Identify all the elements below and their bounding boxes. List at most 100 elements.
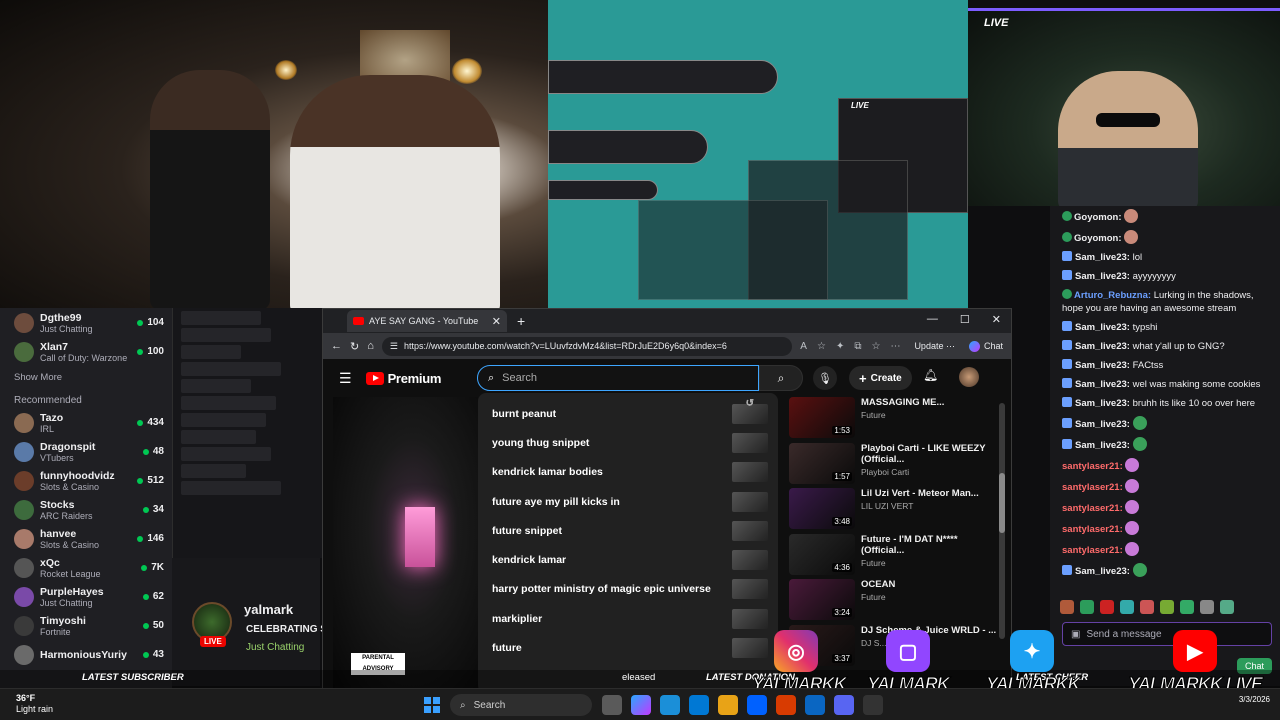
maximize-button[interactable]: ☐	[960, 313, 970, 326]
close-tab-icon[interactable]: ✕	[492, 315, 501, 328]
back-icon[interactable]: ←	[331, 340, 342, 352]
recommended-video[interactable]: 1:53 MASSAGING ME... Future	[789, 397, 999, 443]
chat-username[interactable]: santylaser21:	[1062, 461, 1123, 472]
task-view-icon[interactable]	[602, 695, 622, 715]
new-tab-button[interactable]: +	[517, 313, 525, 329]
update-button[interactable]: Update ⋯	[908, 339, 961, 354]
weather-widget[interactable]: 36°F Light rain	[16, 693, 53, 715]
taskbar-search[interactable]: ⌕ Search	[450, 694, 592, 716]
video-title[interactable]: MASSAGING ME...	[861, 397, 999, 408]
video-channel[interactable]: Future	[861, 592, 999, 602]
chat-username[interactable]: santylaser21:	[1062, 545, 1123, 556]
video-title[interactable]: Playboi Carti - LIKE WEEZY (Official...	[861, 443, 999, 465]
emote-icon[interactable]	[1120, 600, 1134, 614]
outlook-icon[interactable]	[805, 695, 825, 715]
chat-username[interactable]: Goyomon:	[1074, 212, 1122, 223]
video-title[interactable]: OCEAN	[861, 579, 999, 590]
collections-icon[interactable]: ☆	[871, 341, 880, 352]
sidebar-item-stocks[interactable]: Stocks ARC Raiders 34	[0, 495, 172, 524]
sidebar-item-funnyhoodvidz[interactable]: funnyhoodvidz Slots & Casino 512	[0, 466, 172, 495]
emote-icon[interactable]	[1100, 600, 1114, 614]
chat-username[interactable]: Sam_live23:	[1075, 322, 1130, 333]
video-channel[interactable]: LIL UZI VERT	[861, 501, 999, 511]
video-channel[interactable]: Playboi Carti	[861, 467, 999, 477]
recommended-video[interactable]: 1:57 Playboi Carti - LIKE WEEZY (Officia…	[789, 442, 999, 489]
chat-username[interactable]: Sam_live23:	[1075, 379, 1130, 390]
home-icon[interactable]: ⌂	[367, 340, 374, 352]
recommended-video[interactable]: 4:36 Future - I'M DAT N**** (Official...…	[789, 533, 999, 580]
recommended-video[interactable]: 3:48 Lil Uzi Vert - Meteor Man... LIL UZI…	[789, 488, 999, 534]
chat-username[interactable]: Sam_live23:	[1075, 566, 1130, 577]
read-aloud-icon[interactable]: A	[800, 341, 807, 352]
create-button[interactable]: + Create	[849, 366, 912, 390]
video-title[interactable]: Future - I'M DAT N**** (Official...	[861, 534, 999, 556]
address-bar[interactable]: ☰ https://www.youtube.com/watch?v=LUuvfz…	[381, 336, 793, 356]
scrollbar[interactable]	[999, 403, 1005, 639]
more-icon[interactable]: ⋯	[890, 341, 900, 352]
search-suggestion[interactable]: ↺ markiplier	[478, 398, 778, 633]
edge-icon[interactable]	[660, 695, 680, 715]
video-thumbnail[interactable]: 1:57	[789, 442, 855, 484]
sidebar-item-tazo[interactable]: Tazo IRL 434	[0, 408, 172, 437]
show-more-link[interactable]: Show More	[0, 366, 172, 389]
sidebar-item-harmoniousyuriy[interactable]: HarmoniousYuriy 43	[0, 640, 172, 669]
dropbox-icon[interactable]	[747, 695, 767, 715]
video-thumbnail[interactable]: 4:36	[789, 533, 855, 575]
windows-start-icon[interactable]	[424, 697, 440, 713]
search-button[interactable]: ⌕	[759, 365, 803, 391]
extension-icon[interactable]: ✦	[836, 341, 844, 352]
copilot-chat-button[interactable]: Chat	[968, 340, 1003, 352]
minimize-button[interactable]: —	[927, 313, 938, 326]
voice-search-button[interactable]: 🎙	[813, 366, 837, 390]
sidebar-channel[interactable]: Xlan7 Call of Duty: Warzone 100	[0, 337, 172, 366]
favorite-star-icon[interactable]: ☆	[817, 341, 826, 352]
search-suggestion[interactable]: ↺ young thug snippet	[478, 398, 778, 457]
chat-username[interactable]: santylaser21:	[1062, 524, 1123, 535]
search-suggestion[interactable]: ↺ kendrick lamar	[478, 398, 778, 574]
video-title[interactable]: Lil Uzi Vert - Meteor Man...	[861, 488, 999, 499]
scroll-thumb[interactable]	[999, 473, 1005, 533]
sidebar-channel[interactable]: Dgthe99 Just Chatting 104	[0, 308, 172, 337]
emote-icon[interactable]	[1140, 600, 1154, 614]
search-suggestion[interactable]: ↺ future	[478, 398, 778, 662]
video-thumbnail[interactable]: 1:53	[789, 397, 855, 438]
chat-username[interactable]: Sam_live23:	[1075, 252, 1130, 263]
emote-icon[interactable]	[1160, 600, 1174, 614]
file-explorer-icon[interactable]	[718, 695, 738, 715]
sidebar-item-dragonspit[interactable]: Dragonspit VTubers 48	[0, 437, 172, 466]
youtube-premium-logo[interactable]: Premium	[365, 371, 441, 386]
chat-username[interactable]: Arturo_Rebuzna:	[1074, 290, 1151, 301]
video-thumbnail[interactable]: 3:24	[789, 579, 855, 620]
site-info-icon[interactable]: ☰	[390, 341, 398, 352]
clock[interactable]: 3/3/2026	[1239, 694, 1270, 705]
chat-username[interactable]: Sam_live23:	[1075, 341, 1130, 352]
sidebar-item-xqc[interactable]: xQc Rocket League 7K	[0, 553, 172, 582]
emote-icon[interactable]	[1080, 600, 1094, 614]
search-suggestion[interactable]: ↺ harry potter ministry of magic epic uni…	[478, 398, 778, 604]
search-input[interactable]	[502, 372, 723, 384]
emote-icon[interactable]	[1060, 600, 1074, 614]
recommended-video[interactable]: 3:24 OCEAN Future	[789, 579, 999, 625]
video-channel[interactable]: Future	[861, 410, 999, 420]
search-suggestion[interactable]: ↺ kendrick lamar bodies	[478, 398, 778, 487]
obs-icon[interactable]	[863, 695, 883, 715]
chat-username[interactable]: Sam_live23:	[1075, 440, 1130, 451]
video-player[interactable]: PARENTAL ADVISORY	[333, 397, 478, 689]
chat-username[interactable]: Sam_live23:	[1075, 398, 1130, 409]
search-suggestion[interactable]: ↺ burnt peanut	[478, 398, 778, 428]
chat-username[interactable]: santylaser21:	[1062, 503, 1123, 514]
chat-username[interactable]: santylaser21:	[1062, 482, 1123, 493]
split-screen-icon[interactable]: ⧉	[854, 341, 861, 352]
sidebar-item-timyoshi[interactable]: Timyoshi Fortnite 50	[0, 611, 172, 640]
search-suggestion[interactable]: ↺ future aye my pill kicks in	[478, 398, 778, 516]
search-suggestion[interactable]: ↺ future snippet	[478, 398, 778, 545]
tab-youtube[interactable]: AYE SAY GANG - YouTube ✕	[347, 310, 507, 332]
chat-username[interactable]: Sam_live23:	[1075, 360, 1130, 371]
chat-username[interactable]: Goyomon:	[1074, 233, 1122, 244]
store-icon[interactable]	[689, 695, 709, 715]
sidebar-item-hanvee[interactable]: hanvee Slots & Casino 146	[0, 524, 172, 553]
video-channel[interactable]: Future	[861, 558, 999, 568]
menu-icon[interactable]: ☰	[339, 370, 352, 387]
close-window-button[interactable]: ✕	[992, 313, 1001, 326]
reload-icon[interactable]: ↻	[350, 340, 359, 353]
